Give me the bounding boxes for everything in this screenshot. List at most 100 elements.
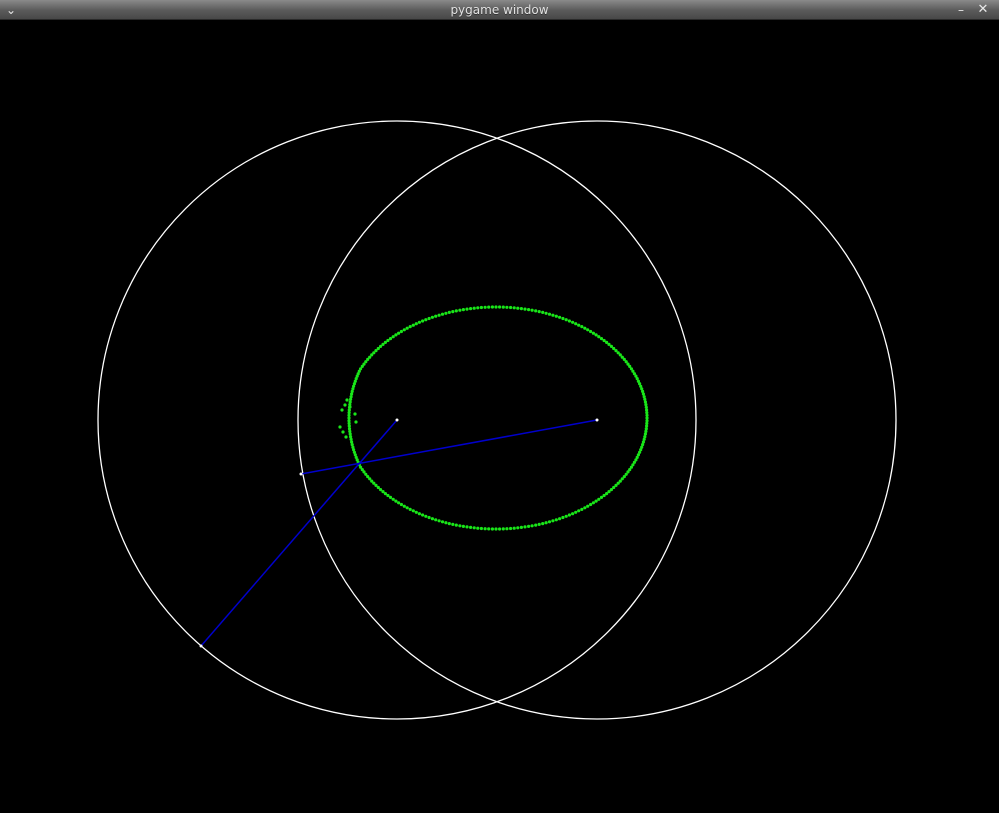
trace-dot <box>454 523 458 527</box>
title-bar[interactable]: ⌄ pygame window – ✕ <box>0 0 999 20</box>
trace-dot <box>512 306 516 310</box>
trace-dot <box>505 305 509 309</box>
trace-dot <box>644 405 648 409</box>
trace-dot <box>402 504 406 508</box>
trace-dot <box>411 323 415 327</box>
trace-dot <box>451 522 455 527</box>
trace-dot <box>341 430 345 434</box>
trace-dot <box>487 305 491 309</box>
trace-dot <box>402 328 406 332</box>
trace-dot <box>490 305 494 309</box>
trace-dot <box>645 413 649 417</box>
trace-dot <box>597 497 601 501</box>
trace-dot <box>591 331 596 335</box>
trace-dot <box>479 526 483 531</box>
trace-dot <box>512 526 516 530</box>
trace-dot <box>577 509 581 513</box>
trace-dot <box>509 526 513 531</box>
trace-dot <box>571 320 575 324</box>
trace-dot <box>399 329 403 334</box>
minimize-icon[interactable]: – <box>952 1 970 19</box>
trace-dot <box>561 316 565 321</box>
trace-dot <box>483 305 487 309</box>
trace-dot <box>454 309 458 313</box>
trace-dot <box>551 313 555 317</box>
trace-dot <box>594 333 598 337</box>
trace-dot <box>527 308 531 312</box>
trace-dot <box>498 305 502 309</box>
trace-dot <box>583 326 587 330</box>
trace-dot <box>558 517 562 521</box>
trace-dot <box>465 525 469 529</box>
close-icon[interactable]: ✕ <box>974 1 992 19</box>
trace-dot <box>476 306 480 310</box>
trace-dot <box>421 319 425 323</box>
trace-dot <box>394 499 398 503</box>
trace-dot <box>458 308 462 312</box>
trace-dot <box>440 312 445 316</box>
trace-dot <box>408 507 412 511</box>
trace-dot <box>567 513 572 517</box>
trace-dot <box>551 519 555 523</box>
trace-dot <box>643 397 647 401</box>
right-arm-line <box>300 419 598 475</box>
trace-dot <box>447 522 451 526</box>
trace-dot <box>564 318 568 322</box>
trace-dot <box>505 527 509 531</box>
trace-dot <box>641 392 646 396</box>
trace-dot <box>414 322 418 326</box>
trace-dot <box>544 521 548 525</box>
trace-dot <box>586 504 590 508</box>
trace-dot <box>554 314 558 318</box>
trace-dot <box>408 325 412 329</box>
trace-dot <box>417 320 421 324</box>
trace-dot <box>399 502 403 507</box>
trace-dot <box>519 307 524 311</box>
trace-dot <box>554 518 558 522</box>
trace-dot <box>424 514 428 518</box>
trace-dot <box>343 403 347 407</box>
trace-dot <box>397 331 401 335</box>
trace-dot <box>602 493 606 498</box>
simulation-drawing <box>97 120 897 720</box>
trace-dot <box>597 335 601 339</box>
trace-dot <box>386 338 390 343</box>
trace-dot <box>558 315 562 319</box>
trace-dot <box>498 527 502 531</box>
trace-dot <box>391 335 395 339</box>
right-arm-end-joint <box>299 472 303 476</box>
trace-dot <box>458 524 462 528</box>
window-title: pygame window <box>450 3 549 17</box>
trace-dot <box>465 307 469 311</box>
trace-dot <box>644 403 648 407</box>
trace-dot <box>534 523 538 527</box>
trace-dot <box>644 427 648 431</box>
trace-dot <box>472 306 476 310</box>
trace-dot <box>519 525 524 530</box>
trace-dot <box>577 323 581 327</box>
trace-dot <box>527 524 531 529</box>
trace-dot <box>338 425 342 429</box>
trace-dot <box>516 306 520 310</box>
trace-dot <box>541 522 545 526</box>
pygame-window: ⌄ pygame window – ✕ <box>0 0 999 813</box>
trace-dot <box>501 527 505 531</box>
trace-dot <box>437 313 441 317</box>
trace-dot <box>501 305 505 309</box>
pygame-canvas[interactable] <box>0 20 999 813</box>
trace-dot <box>414 510 418 514</box>
trace-dot <box>447 310 451 314</box>
left-arm-end-joint <box>199 644 203 648</box>
trace-dot <box>444 311 448 315</box>
trace-dot <box>586 328 590 332</box>
trace-dot <box>349 435 353 439</box>
trace-dot <box>349 395 353 399</box>
trace-dot <box>397 501 401 505</box>
trace-dot <box>417 512 421 516</box>
trace-dot <box>574 510 578 514</box>
trace-dot <box>388 337 393 341</box>
trace-dot <box>583 506 587 510</box>
trace-dot <box>405 506 409 510</box>
trace-dot <box>645 424 649 428</box>
trace-dot <box>444 521 448 525</box>
